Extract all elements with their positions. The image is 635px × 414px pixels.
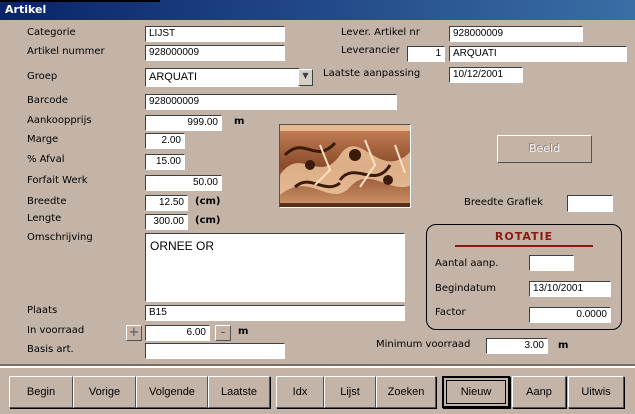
nieuw-button[interactable]: Nieuw (442, 376, 510, 408)
lever-artikel-nr-field[interactable]: 928000009 (449, 26, 583, 42)
leverancier-label: Leverancier (341, 45, 400, 56)
aantal-aanp-label: Aantal aanp. (435, 258, 499, 269)
artikel-image (279, 124, 411, 208)
breedte-grafiek-field[interactable] (567, 195, 613, 212)
plaats-label: Plaats (27, 305, 58, 316)
rotatie-group: ROTATIE Aantal aanp. Begindatum 13/10/20… (426, 224, 622, 330)
categorie-label: Categorie (27, 27, 76, 38)
lengte-field[interactable]: 300.00 (145, 214, 188, 230)
plaats-field[interactable]: B15 (145, 305, 405, 321)
marge-label: Marge (27, 134, 59, 145)
aankoopprijs-unit: m (234, 116, 245, 127)
zoeken-button[interactable]: Zoeken (376, 376, 436, 408)
window-title: Artikel (5, 3, 47, 16)
barcode-label: Barcode (27, 95, 68, 106)
navigation-bar: Begin Vorige Volgende Laatste Idx Lijst … (0, 364, 635, 414)
begindatum-field[interactable]: 13/10/2001 (529, 281, 611, 297)
frame-molding-picture-icon (280, 125, 410, 207)
minimum-voorraad-unit: m (558, 340, 569, 351)
breedte-unit: (cm) (195, 196, 221, 207)
forfait-werk-field[interactable]: 50.00 (145, 175, 222, 191)
afval-field[interactable]: 15.00 (145, 154, 185, 170)
minimum-voorraad-field[interactable]: 3.00 (486, 338, 548, 354)
lijst-button[interactable]: Lijst (324, 376, 376, 408)
laatste-aanpassing-field[interactable]: 10/12/2001 (449, 67, 523, 83)
groep-combo[interactable]: ARQUATI (145, 68, 300, 87)
artikel-nummer-field[interactable]: 928000009 (145, 45, 285, 61)
basis-art-label: Basis art. (27, 344, 74, 355)
leverancier-code-field[interactable]: 1 (407, 46, 445, 62)
aankoopprijs-label: Aankoopprijs (27, 115, 92, 126)
omschrijving-textarea[interactable]: ORNEE OR (145, 233, 405, 302)
volgende-button[interactable]: Volgende (136, 376, 208, 408)
minus-icon[interactable]: - (215, 325, 231, 341)
categorie-field[interactable]: LIJST (145, 26, 285, 42)
rotatie-divider (455, 245, 593, 247)
begindatum-label: Begindatum (435, 283, 496, 294)
beeld-button[interactable]: Beeld (497, 135, 592, 163)
lengte-label: Lengte (27, 213, 62, 224)
omschrijving-label: Omschrijving (27, 232, 93, 243)
laatste-aanpassing-label: Laatste aanpassing (323, 68, 421, 79)
in-voorraad-field[interactable]: 6.00 (145, 325, 210, 341)
barcode-field[interactable]: 928000009 (145, 94, 397, 110)
groep-label: Groep (27, 71, 58, 82)
factor-label: Factor (435, 307, 466, 318)
forfait-werk-label: Forfait Werk (27, 175, 88, 186)
breedte-label: Breedte (27, 196, 67, 207)
lengte-unit: (cm) (195, 215, 221, 226)
in-voorraad-unit: m (238, 326, 249, 337)
aantal-aanp-field[interactable] (529, 255, 574, 271)
artikel-nummer-label: Artikel nummer (27, 46, 105, 57)
aanp-button[interactable]: Aanp (512, 376, 566, 408)
title-bar-edge (0, 0, 160, 2)
plus-icon[interactable]: + (126, 325, 142, 341)
basis-art-field[interactable] (145, 343, 285, 359)
in-voorraad-label: In voorraad (27, 325, 85, 336)
title-bar: Artikel (0, 0, 635, 20)
aankoopprijs-field[interactable]: 999.00 (145, 115, 222, 131)
breedte-grafiek-label: Breedte Grafiek (464, 197, 543, 208)
begin-button[interactable]: Begin (9, 376, 73, 408)
laatste-button[interactable]: Laatste (208, 376, 270, 408)
rotatie-title: ROTATIE (494, 230, 554, 243)
uitwis-button[interactable]: Uitwis (568, 376, 624, 408)
leverancier-name-field[interactable]: ARQUATI (449, 46, 627, 62)
factor-field[interactable]: 0.0000 (529, 307, 611, 323)
lever-artikel-nr-label: Lever. Artikel nr (341, 27, 420, 38)
navigation-separator (0, 364, 635, 366)
marge-field[interactable]: 2.00 (145, 133, 185, 149)
idx-button[interactable]: Idx (276, 376, 324, 408)
minimum-voorraad-label: Minimum voorraad (376, 339, 471, 350)
chevron-down-icon[interactable]: ▼ (298, 69, 313, 86)
breedte-field[interactable]: 12.50 (145, 195, 188, 211)
afval-label: % Afval (27, 154, 65, 165)
vorige-button[interactable]: Vorige (73, 376, 136, 408)
